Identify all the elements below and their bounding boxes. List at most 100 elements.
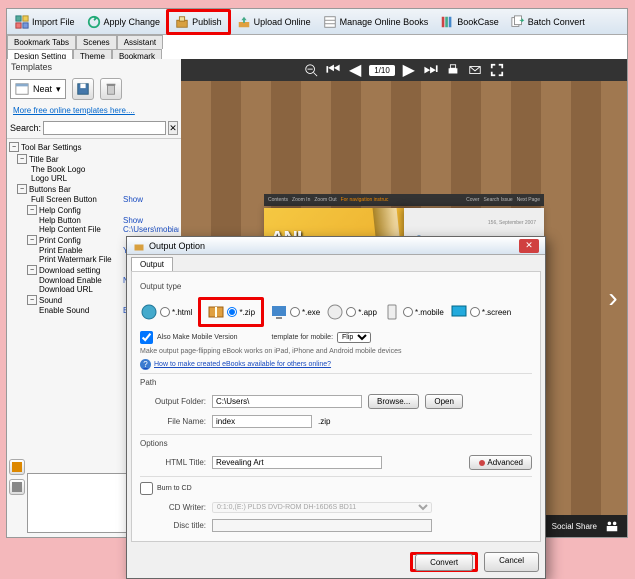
dialog-close-button[interactable]: ✕ (519, 239, 539, 253)
templates-label: Templates (7, 59, 181, 75)
mini-zoomin[interactable]: Zoom In (292, 197, 310, 203)
page-right-arrow[interactable]: › (603, 278, 623, 318)
otype-zip[interactable]: *.zip (207, 303, 255, 321)
tree-book-logo[interactable]: The Book Logo (9, 165, 179, 174)
open-button[interactable]: Open (425, 394, 463, 409)
tree-print-config[interactable]: Print Config (39, 236, 81, 245)
search-input[interactable] (43, 121, 166, 135)
last-page-icon[interactable]: ⏭ (423, 62, 439, 78)
batch-convert-button[interactable]: Batch Convert (505, 12, 591, 32)
dialog-icon (133, 240, 145, 252)
publish-label: Publish (192, 17, 222, 27)
tree-help-file-value[interactable]: C:\Users\mobian (123, 225, 179, 234)
path-label: Path (140, 378, 532, 387)
output-type-row: *.html *.zip *.exe *.app *.mobile *.scre… (140, 295, 532, 329)
expander-icon[interactable]: − (9, 142, 19, 152)
tree-buttons-bar[interactable]: Buttons Bar (29, 185, 71, 194)
otype-exe[interactable]: *.exe (270, 303, 320, 321)
browse-button[interactable]: Browse... (368, 394, 419, 409)
upload-online-button[interactable]: Upload Online (231, 12, 317, 32)
tree-help-button[interactable]: Help Button (9, 216, 123, 225)
convert-highlight: Convert (410, 552, 478, 572)
manage-books-button[interactable]: Manage Online Books (317, 12, 435, 32)
tree-sound[interactable]: Sound (39, 296, 62, 305)
tree-help-button-value[interactable]: Show (123, 216, 179, 225)
mini-next[interactable]: Next Page (517, 197, 540, 203)
tree-fullscreen[interactable]: Full Screen Button (9, 195, 123, 204)
delete-template-button[interactable] (100, 78, 122, 100)
main-toolbar: Import File Apply Change Publish Upload … (7, 9, 627, 35)
convert-button[interactable]: Convert (415, 554, 473, 571)
zoom-out-icon[interactable] (303, 62, 319, 78)
tree-help-file[interactable]: Help Content File (9, 225, 123, 234)
mini-zoomout[interactable]: Zoom Out (314, 197, 336, 203)
file-ext: .zip (318, 417, 330, 426)
output-option-dialog: Output Option ✕ Output Output type *.htm… (126, 236, 546, 579)
expander-icon[interactable]: − (27, 265, 37, 275)
burn-cd-checkbox[interactable] (140, 482, 153, 495)
tree-toolbar-settings[interactable]: Tool Bar Settings (21, 143, 81, 152)
otype-screen[interactable]: *.screen (450, 303, 511, 321)
expander-icon[interactable]: − (27, 295, 37, 305)
html-title-label: HTML Title: (140, 458, 206, 467)
advanced-button[interactable]: Advanced (469, 455, 532, 470)
panel-icon-2[interactable] (9, 479, 25, 495)
tree-print-enable[interactable]: Print Enable (9, 246, 123, 255)
otype-app[interactable]: *.app (326, 303, 377, 321)
mobile-template-select[interactable]: Flip (337, 332, 371, 343)
mini-contents[interactable]: Contents (268, 197, 288, 203)
dialog-tab-output[interactable]: Output (131, 257, 173, 271)
panel-icon-1[interactable] (9, 459, 25, 475)
clear-search-button[interactable]: ✕ (168, 121, 178, 135)
tree-title-bar[interactable]: Title Bar (29, 155, 59, 164)
page-indicator[interactable]: 1/10 (369, 65, 395, 76)
otype-html[interactable]: *.html (140, 303, 192, 321)
output-folder-input[interactable] (212, 395, 362, 408)
print-icon[interactable] (445, 62, 461, 78)
cancel-button[interactable]: Cancel (484, 552, 539, 572)
output-type-label: Output type (140, 282, 532, 291)
email-icon[interactable] (467, 62, 483, 78)
social-share-button[interactable]: Social Share (552, 522, 597, 531)
next-page-icon[interactable]: ▶ (401, 62, 417, 78)
viewer-controls: ⏮ ◀ 1/10 ▶ ⏭ (181, 59, 627, 81)
tree-enable-sound[interactable]: Enable Sound (9, 306, 123, 315)
tab-scenes[interactable]: Scenes (76, 35, 117, 49)
apply-change-button[interactable]: Apply Change (81, 12, 167, 32)
tab-assistant[interactable]: Assistant (117, 35, 163, 49)
save-template-button[interactable] (72, 78, 94, 100)
mobile-template-label: template for mobile: (272, 334, 333, 341)
publish-highlight: Publish (166, 9, 231, 35)
dropdown-icon: ▾ (56, 84, 61, 95)
fullscreen-icon[interactable] (489, 62, 505, 78)
tree-download-setting[interactable]: Download setting (39, 266, 100, 275)
tree-help-config[interactable]: Help Config (39, 206, 81, 215)
mini-cover[interactable]: Cover (466, 197, 479, 203)
expander-icon[interactable]: − (17, 154, 27, 164)
disc-title-label: Disc title: (140, 521, 206, 530)
book-minibar: Contents Zoom In Zoom Out For navigation… (264, 194, 544, 206)
tree-logo-url[interactable]: Logo URL (9, 174, 179, 183)
expander-icon[interactable]: − (17, 184, 27, 194)
info-link[interactable]: ?How to make created eBooks available fo… (140, 359, 532, 370)
mini-search[interactable]: Search Issue (483, 197, 512, 203)
publish-button[interactable]: Publish (169, 12, 228, 32)
dialog-titlebar[interactable]: Output Option ✕ (127, 237, 545, 255)
dialog-title: Output Option (149, 241, 205, 251)
template-selector[interactable]: Neat ▾ (10, 79, 66, 99)
otype-mobile[interactable]: *.mobile (383, 303, 444, 321)
tab-bookmark-tabs[interactable]: Bookmark Tabs (7, 35, 76, 49)
tree-fullscreen-value[interactable]: Show (123, 195, 179, 204)
search-label: Search: (10, 123, 41, 133)
import-file-button[interactable]: Import File (9, 12, 81, 32)
mobile-version-checkbox[interactable] (140, 331, 153, 344)
more-templates-link[interactable]: More free online templates here.... (7, 103, 181, 118)
expander-icon[interactable]: − (27, 205, 37, 215)
prev-page-icon[interactable]: ◀ (347, 62, 363, 78)
file-name-input[interactable] (212, 415, 312, 428)
tree-download-enable[interactable]: Download Enable (9, 276, 123, 285)
html-title-input[interactable] (212, 456, 382, 469)
first-page-icon[interactable]: ⏮ (325, 62, 341, 78)
bookcase-button[interactable]: BookCase (434, 12, 505, 32)
expander-icon[interactable]: − (27, 235, 37, 245)
